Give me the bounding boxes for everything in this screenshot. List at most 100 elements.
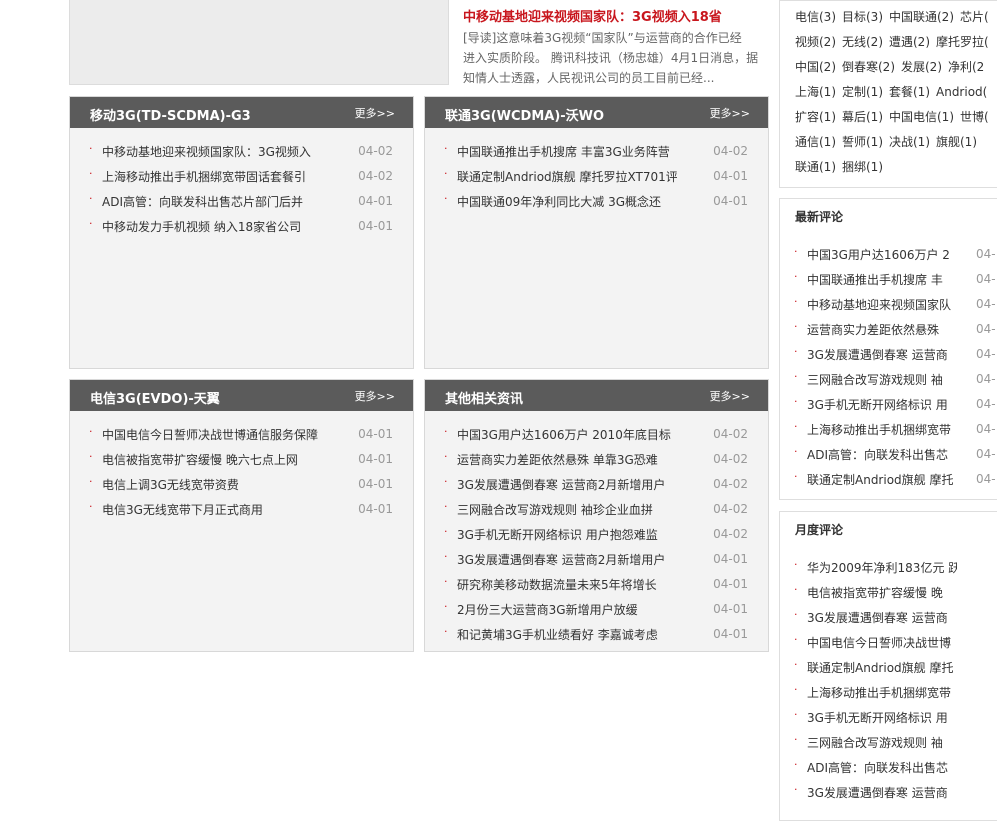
bullet-icon: · [444,475,448,488]
tag-link[interactable]: 目标(3) [842,10,883,24]
list-item: · 中移动基地迎来视频国家队：3G视频入 04-02 [70,141,413,166]
news-title[interactable]: 中移动基地迎来视频国家队：3G视频入 [102,143,322,160]
tag-link[interactable]: 摩托罗拉( [936,35,989,49]
list-item: · 上海移动推出手机捆绑宽带固话套餐引 04-02 [70,166,413,191]
news-title[interactable]: 2月份三大运营商3G新增用户放缓 [457,601,677,618]
bullet-icon: · [444,625,448,638]
list-item: · 中国联通09年净利同比大减 3G概念还 04-01 [425,191,768,216]
more-link[interactable]: 更多>> [355,105,395,121]
comment-title[interactable]: 中移动基地迎来视频国家队 [807,296,957,313]
more-link[interactable]: 更多>> [355,388,395,404]
news-title[interactable]: 研究称美移动数据流量未来5年将增长 [457,576,677,593]
news-title[interactable]: 上海移动推出手机捆绑宽带固话套餐引 [102,168,322,185]
comment-title[interactable]: 中国3G用户达1606万户 2 [807,246,957,263]
comment-title[interactable]: ADI高管：向联发科出售芯 [807,759,957,776]
comment-title[interactable]: 中国电信今日誓师决战世博 [807,634,957,651]
monthly-comments-box: 月度评论 · 华为2009年净利183亿元 跃 · 电信被指宽带扩容缓慢 晚 · 3G发展… [779,511,997,821]
tag-link[interactable]: 捆绑(1) [842,160,883,174]
top-story-image[interactable] [69,0,449,85]
panel-telecom-3g: 电信3G(EVDO)-天翼 更多>> · 中国电信今日誓师决战世博通信服务保障 04… [69,379,414,652]
news-date: 04-02 [358,144,393,158]
news-title[interactable]: 和记黄埔3G手机业绩看好 李嘉诚考虑 [457,626,677,643]
comment-title[interactable]: 3G发展遭遇倒春寒 运营商 [807,346,957,363]
tag-link[interactable]: 遭遇(2) [889,35,930,49]
comment-item: · 三网融合改写游戏规则 袖 [780,733,997,758]
comment-title[interactable]: 中国联通推出手机搜席 丰 [807,271,957,288]
comment-title[interactable]: 运营商实力差距依然悬殊 [807,321,957,338]
news-title[interactable]: 电信被指宽带扩容缓慢 晚六七点上网 [102,451,322,468]
tag-link[interactable]: 中国电信(1) [889,110,954,124]
tag-link[interactable]: 定制(1) [842,85,883,99]
tag-link[interactable]: 誓师(1) [842,135,883,149]
comment-title[interactable]: 华为2009年净利183亿元 跃 [807,559,957,576]
comment-title[interactable]: 三网融合改写游戏规则 袖 [807,371,957,388]
tag-link[interactable]: 旗舰(1) [936,135,977,149]
news-date: 04-02 [713,527,748,541]
list-item: · 联通定制Andriod旗舰 摩托罗拉XT701评 04-01 [425,166,768,191]
top-story-lead: [导读]这意味着3G视频“国家队”与运营商的合作已经 进入实质阶段。 腾讯科技讯… [463,28,763,88]
comment-title[interactable]: 3G手机无断开网络标识 用 [807,396,957,413]
tag-link[interactable]: 联通(1) [795,160,836,174]
news-title[interactable]: 中国电信今日誓师决战世博通信服务保障 [102,426,322,443]
comment-title[interactable]: 联通定制Andriod旗舰 摩托 [807,659,957,676]
more-link[interactable]: 更多>> [710,388,750,404]
tag-link[interactable]: 无线(2) [842,35,883,49]
tag-link[interactable]: 芯片( [960,10,989,24]
tag-link[interactable]: 套餐(1) [889,85,930,99]
comment-title[interactable]: 三网融合改写游戏规则 袖 [807,734,957,751]
comment-title[interactable]: 上海移动推出手机捆绑宽带 [807,421,957,438]
more-link[interactable]: 更多>> [710,105,750,121]
bullet-icon: · [444,550,448,563]
comment-date: 04- [976,247,996,261]
news-title[interactable]: 中国联通推出手机搜席 丰富3G业务阵营 [457,143,677,160]
comment-item: · 中移动基地迎来视频国家队 04- [780,295,997,320]
tag-link[interactable]: 幕后(1) [842,110,883,124]
comment-title[interactable]: ADI高管：向联发科出售芯 [807,446,957,463]
bullet-icon: · [794,558,798,571]
top-story-headline[interactable]: 中移动基地迎来视频国家队：3G视频入18省 [463,6,722,25]
list-item: · 中国联通推出手机搜席 丰富3G业务阵营 04-02 [425,141,768,166]
tag-link[interactable]: Andriod( [936,85,987,99]
news-title[interactable]: 3G发展遭遇倒春寒 运营商2月新增用户 [457,551,677,568]
tag-link[interactable]: 扩容(1) [795,110,836,124]
comment-title[interactable]: 上海移动推出手机捆绑宽带 [807,684,957,701]
tag-link[interactable]: 上海(1) [795,85,836,99]
news-title[interactable]: ADI高管：向联发科出售芯片部门后并 [102,193,322,210]
news-title[interactable]: 电信上调3G无线宽带资费 [102,476,322,493]
news-title[interactable]: 运营商实力差距依然悬殊 单靠3G恐难 [457,451,677,468]
tag-link[interactable]: 决战(1) [889,135,930,149]
tag-link[interactable]: 净利(2 [948,60,984,74]
tag-link[interactable]: 中国(2) [795,60,836,74]
tag-link[interactable]: 倒春寒(2) [842,60,895,74]
panel-title: 移动3G(TD-SCDMA)-G3 [90,109,251,124]
comment-title[interactable]: 联通定制Andriod旗舰 摩托 [807,471,957,488]
tag-link[interactable]: 世博( [960,110,989,124]
news-title[interactable]: 三网融合改写游戏规则 袖珍企业血拼 [457,501,677,518]
bullet-icon: · [794,733,798,746]
comment-title[interactable]: 电信被指宽带扩容缓慢 晚 [807,584,957,601]
panel-header: 其他相关资讯 更多>> [425,380,768,411]
tag-line: 电信(3) 目标(3) 中国联通(2) 芯片( [795,8,995,25]
news-title[interactable]: 联通定制Andriod旗舰 摩托罗拉XT701评 [457,168,677,185]
tag-link[interactable]: 视频(2) [795,35,836,49]
news-date: 04-01 [358,194,393,208]
comment-title[interactable]: 3G发展遭遇倒春寒 运营商 [807,784,957,801]
lead-line: 进入实质阶段。 腾讯科技讯（杨忠雄）4月1日消息，据 [463,51,759,65]
tag-link[interactable]: 发展(2) [901,60,942,74]
bullet-icon: · [89,450,93,463]
news-date: 04-01 [713,627,748,641]
tag-link[interactable]: 通信(1) [795,135,836,149]
news-title[interactable]: 中移动发力手机视频 纳入18家省公司 [102,218,322,235]
news-title[interactable]: 中国联通09年净利同比大减 3G概念还 [457,193,677,210]
news-title[interactable]: 3G手机无断开网络标识 用户抱怨难监 [457,526,677,543]
tag-link[interactable]: 电信(3) [795,10,836,24]
comment-title[interactable]: 3G手机无断开网络标识 用 [807,709,957,726]
comment-title[interactable]: 3G发展遭遇倒春寒 运营商 [807,609,957,626]
comment-item: · 上海移动推出手机捆绑宽带 [780,683,997,708]
tag-link[interactable]: 中国联通(2) [889,10,954,24]
comment-date: 04- [976,372,996,386]
news-title[interactable]: 电信3G无线宽带下月正式商用 [102,501,322,518]
news-list: · 中国3G用户达1606万户 2010年底目标 04-02 · 运营商实力差距依然悬殊… [425,411,768,649]
news-title[interactable]: 3G发展遭遇倒春寒 运营商2月新增用户 [457,476,677,493]
news-title[interactable]: 中国3G用户达1606万户 2010年底目标 [457,426,677,443]
